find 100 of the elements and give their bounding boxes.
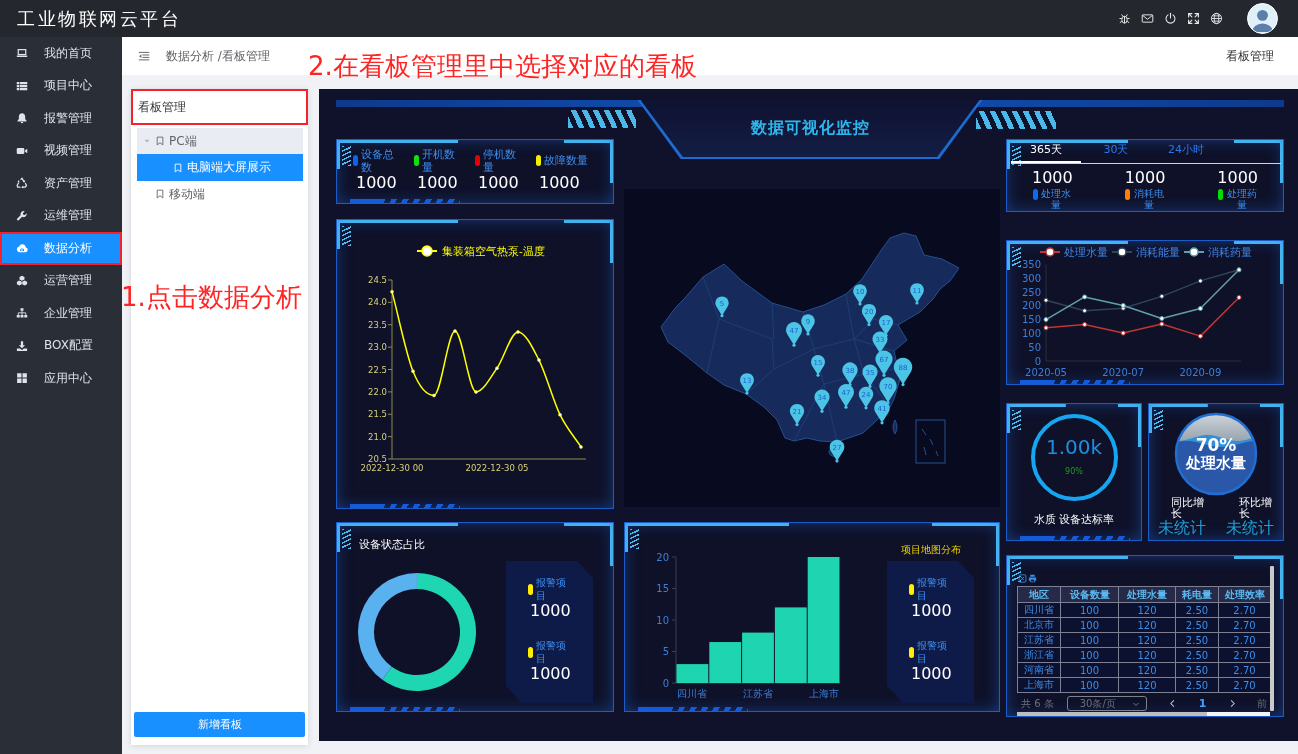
recycle-icon	[16, 177, 28, 190]
stat-label: 报警项目	[536, 577, 567, 602]
tree-node[interactable]: PC端	[137, 128, 303, 154]
data-point	[1120, 330, 1126, 336]
stat-label: 报警项目	[536, 640, 567, 665]
data-point	[579, 445, 583, 449]
stat-value: 1000	[356, 174, 397, 192]
axis-label: 21.0	[368, 431, 387, 442]
page-size-select[interactable]: 30条/页	[1066, 696, 1147, 711]
data-point	[1082, 322, 1088, 328]
cubes-icon	[16, 274, 28, 287]
stat-value: 1000	[478, 174, 519, 192]
sidebar-item[interactable]: 企业管理	[0, 297, 122, 330]
bookmark-icon	[155, 189, 165, 199]
fullscreen-icon[interactable]	[1187, 12, 1200, 25]
stat-label: 开机数量	[422, 147, 455, 174]
data-point	[1043, 325, 1049, 331]
axis-label: 江苏省	[743, 688, 773, 699]
bug-icon[interactable]	[1118, 12, 1131, 25]
spreadsheet-icon[interactable]	[1018, 574, 1027, 583]
axis-label: 0	[1034, 355, 1041, 367]
stat-value: 1000	[530, 602, 572, 620]
column-header: 耗电量	[1175, 586, 1219, 603]
stat-label: 同比增长	[1170, 497, 1204, 519]
column-header: 地区	[1017, 586, 1061, 603]
tree-node[interactable]: 移动端	[137, 181, 303, 207]
stat-value: 1000	[530, 665, 572, 683]
annotation-text: 2.在看板管理里中选择对应的看板	[308, 51, 697, 81]
sidebar-item[interactable]: 我的首页	[0, 37, 122, 70]
chevron-left-icon[interactable]	[1167, 699, 1177, 708]
axis-label: 2022-12-30 05	[465, 463, 529, 473]
axis-label: 15	[656, 583, 669, 595]
axis-label: 2022-12-30 00	[360, 463, 424, 473]
sidebar-item[interactable]: 运营管理	[0, 264, 122, 297]
stat-label: 消耗电量	[1133, 188, 1165, 210]
bookmark-icon	[173, 162, 183, 173]
printer-icon[interactable]	[1028, 574, 1037, 583]
panel-title: 看板管理	[131, 89, 308, 125]
stat-value: 未统计	[1226, 519, 1274, 536]
axis-label: 21.5	[368, 409, 387, 420]
axis-label: 2020-05	[1025, 367, 1067, 378]
data-point	[1236, 294, 1242, 300]
tab[interactable]: 24小时	[1151, 139, 1221, 163]
stat-label: 环比增长	[1238, 497, 1272, 519]
list-icon	[16, 79, 28, 92]
axis-label: 300	[1021, 272, 1041, 284]
axis-label: 24.5	[368, 275, 387, 286]
download-icon	[16, 339, 28, 352]
vertical-scrollbar[interactable]	[1270, 566, 1274, 711]
stat-value: 1000	[417, 174, 458, 192]
app-title: 工业物联网云平台	[17, 6, 182, 31]
horizontal-scrollbar[interactable]	[1017, 712, 1270, 716]
globe-icon[interactable]	[1210, 12, 1223, 25]
gauge-label: 处理水量	[1186, 454, 1246, 472]
gauge-value: 1.00k	[1045, 435, 1103, 459]
axis-label: 22.5	[368, 364, 387, 375]
legend-icon	[416, 245, 438, 257]
chart-title: 设备状态占比	[359, 538, 426, 551]
stat-label: 故障数量	[544, 154, 588, 167]
axis-label: 50	[1028, 341, 1041, 353]
legend-icon	[1111, 247, 1133, 257]
stat-value: 1000	[1124, 169, 1166, 187]
data-point	[1197, 278, 1203, 284]
axis-label: 20.5	[368, 454, 387, 465]
stat-value: 1000	[1031, 169, 1073, 187]
legend-label: 处理水量	[1064, 246, 1108, 258]
tab[interactable]: 30天	[1081, 139, 1151, 163]
data-point	[1197, 306, 1203, 311]
user-avatar[interactable]	[1247, 3, 1278, 34]
data-point	[1043, 317, 1049, 323]
sidebar-item[interactable]: 视频管理	[0, 134, 122, 167]
page-number[interactable]: 1	[1198, 697, 1207, 710]
sidebar-item[interactable]: 项目中心	[0, 69, 122, 102]
axis-label: 23.5	[368, 319, 387, 330]
chevron-right-icon[interactable]	[1228, 699, 1238, 708]
axis-label: 350	[1021, 258, 1041, 270]
axis-label: 2020-07	[1102, 367, 1145, 378]
sidebar-item[interactable]: 资产管理	[0, 167, 122, 200]
goto-label: 前	[1257, 696, 1268, 711]
total-count: 共 6 条	[1021, 696, 1054, 711]
menu-icon[interactable]	[138, 50, 150, 62]
data-point	[453, 329, 457, 333]
tab[interactable]: 365天	[1011, 139, 1081, 163]
axis-label: 20	[656, 551, 669, 563]
stat-label: 处理药量	[1226, 188, 1258, 210]
axis-label: 250	[1021, 286, 1041, 298]
sidebar-item[interactable]: BOX配置	[0, 329, 122, 362]
legend-icon	[1183, 247, 1205, 257]
sidebar-item[interactable]: 运维管理	[0, 199, 122, 232]
sidebar-item[interactable]: 报警管理	[0, 102, 122, 135]
legend-icon	[1039, 247, 1061, 257]
stat-label: 报警项目	[917, 577, 948, 602]
sidebar-item[interactable]: 应用中心	[0, 362, 122, 395]
mail-icon[interactable]	[1141, 12, 1154, 25]
data-point	[1082, 308, 1088, 314]
gauge-label: 水质 设备达标率	[1033, 513, 1115, 526]
data-point	[516, 330, 520, 334]
power-icon[interactable]	[1164, 12, 1177, 25]
stat-value: 1000	[911, 602, 953, 620]
data-point	[1082, 294, 1088, 300]
